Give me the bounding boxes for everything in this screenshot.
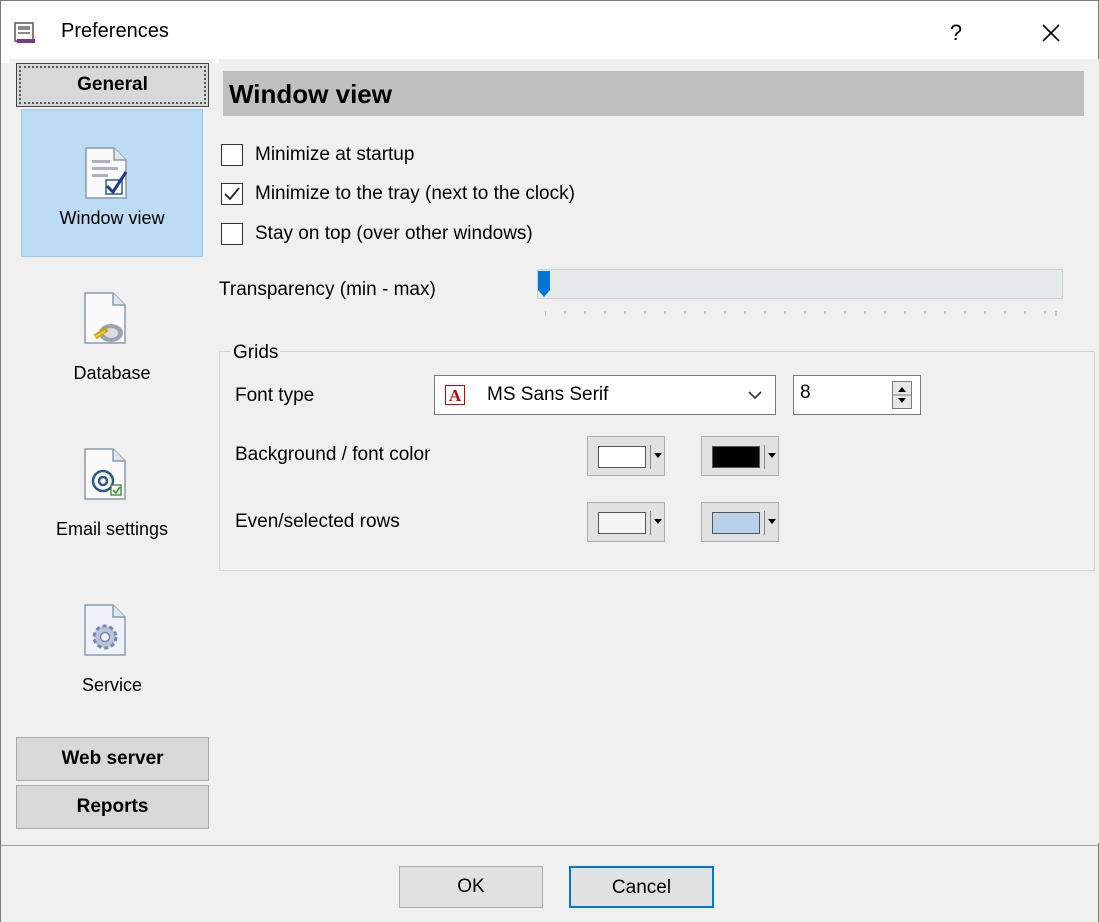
- slider-thumb[interactable]: [537, 270, 551, 298]
- color-swatch: [598, 512, 646, 534]
- slider-ticks: [545, 311, 1057, 316]
- sidebar-item-email-settings[interactable]: Email settings: [21, 421, 203, 569]
- checkbox-label: Minimize to the tray (next to the clock): [255, 183, 575, 204]
- section-header: Window view: [223, 71, 1084, 116]
- font-color-picker[interactable]: [701, 436, 779, 476]
- dropdown-arrow-icon: [768, 453, 776, 458]
- dropdown-arrow-icon: [654, 519, 662, 524]
- spinner-arrows[interactable]: [892, 381, 912, 409]
- ok-button[interactable]: OK: [399, 866, 543, 908]
- sidebar-item-service[interactable]: Service: [21, 577, 203, 725]
- separator: [764, 445, 765, 469]
- font-size-spinner[interactable]: 8: [793, 375, 921, 415]
- font-name-value: MS Sans Serif: [487, 384, 609, 405]
- even-selected-rows-label: Even/selected rows: [235, 511, 400, 532]
- background-color-picker[interactable]: [587, 436, 665, 476]
- separator: [650, 511, 651, 535]
- font-a-icon: A: [445, 385, 465, 405]
- database-icon: [84, 292, 126, 344]
- sidebar-item-window-view[interactable]: Window view: [21, 109, 203, 257]
- checkbox-label: Stay on top (over other windows): [255, 223, 533, 244]
- font-type-label: Font type: [235, 385, 315, 406]
- spin-up-down-icon: [893, 387, 911, 403]
- svg-text:A: A: [449, 386, 462, 405]
- sidebar-item-database[interactable]: Database: [21, 265, 203, 413]
- sidebar-item-label: Window view: [59, 208, 165, 228]
- separator: [764, 511, 765, 535]
- reports-section-button[interactable]: Reports: [16, 785, 209, 829]
- general-section-button[interactable]: General: [16, 63, 209, 107]
- font-size-value: 8: [800, 382, 811, 403]
- preferences-window: Preferences ? General Window view Databa…: [0, 0, 1099, 922]
- checkbox-box[interactable]: [221, 144, 243, 166]
- sidebar-item-label: Email settings: [55, 519, 169, 539]
- checkbox-box[interactable]: [221, 183, 243, 205]
- transparency-label: Transparency (min - max): [219, 279, 436, 300]
- email-icon: [84, 448, 126, 500]
- font-type-select[interactable]: A MS Sans Serif: [434, 375, 776, 415]
- chevron-down-icon: [748, 391, 762, 400]
- dropdown-arrow-icon: [768, 519, 776, 524]
- app-icon: [14, 22, 35, 43]
- section-title: Window view: [229, 79, 392, 109]
- checkbox-label: Minimize at startup: [255, 144, 415, 165]
- grids-group-title: Grids: [231, 342, 281, 364]
- close-icon: [1042, 24, 1060, 42]
- window-title: Preferences: [61, 20, 169, 42]
- title-bar: Preferences ?: [1, 1, 1098, 63]
- even-row-color-picker[interactable]: [587, 502, 665, 542]
- separator: [650, 445, 651, 469]
- dialog-footer: OK Cancel: [1, 845, 1098, 922]
- sidebar-item-label: Service: [81, 675, 143, 695]
- color-swatch: [712, 512, 760, 534]
- selected-row-color-picker[interactable]: [701, 502, 779, 542]
- help-button[interactable]: ?: [931, 15, 981, 51]
- dropdown-arrow-icon: [654, 453, 662, 458]
- transparency-slider[interactable]: [537, 269, 1063, 299]
- cancel-button[interactable]: Cancel: [569, 866, 714, 908]
- window-view-icon: [85, 147, 128, 199]
- close-button[interactable]: [1023, 15, 1079, 51]
- content-panel: Window view Minimize at startup Minimize…: [219, 59, 1099, 843]
- color-swatch: [712, 446, 760, 468]
- color-swatch: [598, 446, 646, 468]
- sidebar-item-label: Database: [73, 363, 151, 383]
- gear-icon: [84, 604, 126, 656]
- web-server-section-button[interactable]: Web server: [16, 737, 209, 781]
- checkmark-icon: [224, 187, 240, 201]
- background-font-color-label: Background / font color: [235, 444, 431, 465]
- checkbox-box[interactable]: [221, 223, 243, 245]
